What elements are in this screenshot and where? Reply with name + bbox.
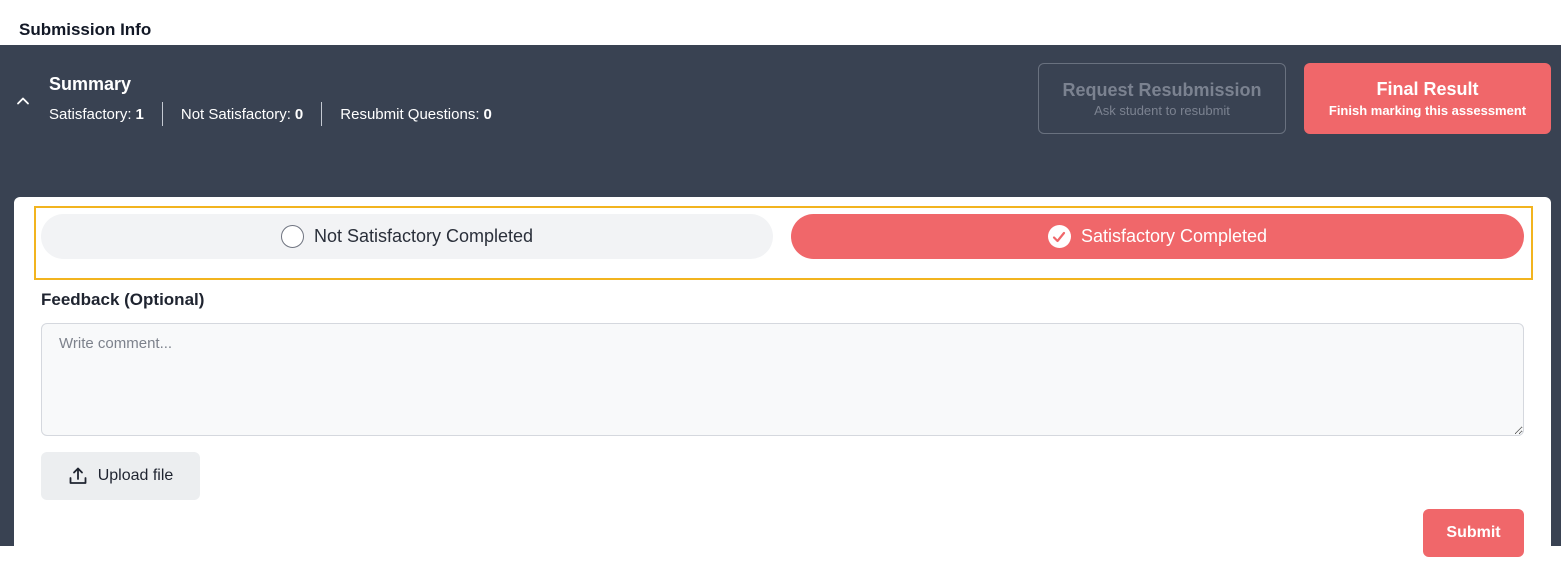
- stat-value: 0: [294, 105, 304, 123]
- page-title: Submission Info: [19, 20, 152, 39]
- request-resubmission-subtitle: Ask student to resubmit: [1094, 102, 1230, 118]
- not-satisfactory-option[interactable]: Not Satisfactory Completed: [41, 214, 773, 259]
- stat-label: Not Satisfactory:: [180, 105, 291, 123]
- stat-value: 1: [135, 105, 144, 123]
- summary-panel: Summary Satisfactory: 1 Not Satisfactory…: [0, 45, 1561, 583]
- final-result-subtitle: Finish marking this assessment: [1328, 103, 1527, 118]
- request-resubmission-button[interactable]: Request Resubmission Ask student to resu…: [1038, 63, 1286, 134]
- satisfactory-label: Satisfactory Completed: [1080, 226, 1268, 246]
- upload-file-label: Upload file: [97, 467, 174, 484]
- radio-unchecked-icon: [280, 225, 304, 248]
- submit-button[interactable]: Submit: [1423, 509, 1524, 557]
- stat-divider: [161, 102, 163, 126]
- satisfactory-option[interactable]: Satisfactory Completed: [791, 214, 1524, 259]
- marking-card: Not Satisfactory Completed Satisfactory …: [14, 197, 1551, 583]
- collapse-chevron-up-icon[interactable]: [12, 89, 34, 111]
- summary-stats: Satisfactory: 1 Not Satisfactory: 0 Resu…: [49, 101, 492, 127]
- feedback-textarea[interactable]: [41, 323, 1524, 436]
- stat-divider: [321, 102, 323, 126]
- feedback-label: Feedback (Optional): [41, 290, 205, 309]
- stat-value: 0: [483, 105, 492, 123]
- stat-label: Satisfactory:: [49, 105, 132, 123]
- upload-icon: [69, 467, 87, 484]
- upload-file-button[interactable]: Upload file: [41, 452, 200, 500]
- final-result-title: Final Result: [1376, 79, 1479, 99]
- final-result-button[interactable]: Final Result Finish marking this assessm…: [1304, 63, 1551, 134]
- summary-title: Summary: [49, 74, 132, 94]
- stat-not-satisfactory: Not Satisfactory: 0: [181, 106, 303, 123]
- check-circle-icon: [1047, 225, 1071, 248]
- request-resubmission-title: Request Resubmission: [1062, 79, 1262, 100]
- stat-label: Resubmit Questions:: [340, 105, 480, 123]
- stat-satisfactory: Satisfactory: 1: [49, 106, 144, 123]
- stat-resubmit-questions: Resubmit Questions: 0: [340, 106, 492, 123]
- not-satisfactory-label: Not Satisfactory Completed: [313, 226, 534, 246]
